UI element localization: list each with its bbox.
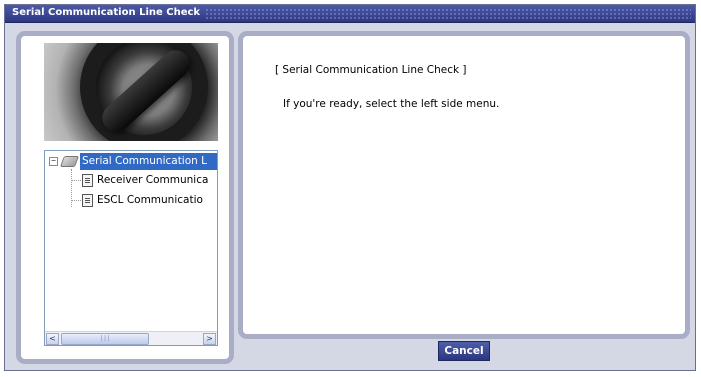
cancel-button[interactable]: Cancel [438,341,490,361]
window-title: Serial Communication Line Check [12,7,201,18]
tree-connector [71,200,81,201]
tree-item-label: Serial Communication L [82,155,207,167]
tree-item-label: ESCL Communicatio [97,194,203,206]
document-icon [82,194,93,207]
tree-item-escl-communication[interactable]: ESCL Communicatio [67,192,217,209]
scroll-left-icon[interactable]: < [46,333,59,345]
horizontal-scrollbar[interactable]: < ||| > [45,331,217,345]
navigation-panel: − Serial Communication L Receiver Commun… [16,31,234,364]
content-heading: [ Serial Communication Line Check ] [275,64,467,76]
collapse-icon[interactable]: − [49,157,58,166]
instruction-message: If you're ready, select the left side me… [283,98,500,110]
scroll-thumb[interactable]: ||| [61,333,149,345]
tree-connector [71,180,81,181]
title-bar[interactable]: Serial Communication Line Check [5,5,695,23]
folder-icon [59,156,80,167]
scroll-right-icon[interactable]: > [203,333,216,345]
title-bar-pattern [205,8,691,20]
dialog-window: Serial Communication Line Check − Serial… [4,4,696,371]
tree-item-label: Receiver Communica [97,174,209,186]
tree-item-receiver-communication[interactable]: Receiver Communica [67,172,217,189]
document-icon [82,174,93,187]
menu-tree: − Serial Communication L Receiver Commun… [44,150,218,346]
ignition-key-image [44,43,218,141]
tree-item-serial-communication[interactable]: − Serial Communication L [49,153,217,170]
content-panel: [ Serial Communication Line Check ] If y… [238,31,690,339]
